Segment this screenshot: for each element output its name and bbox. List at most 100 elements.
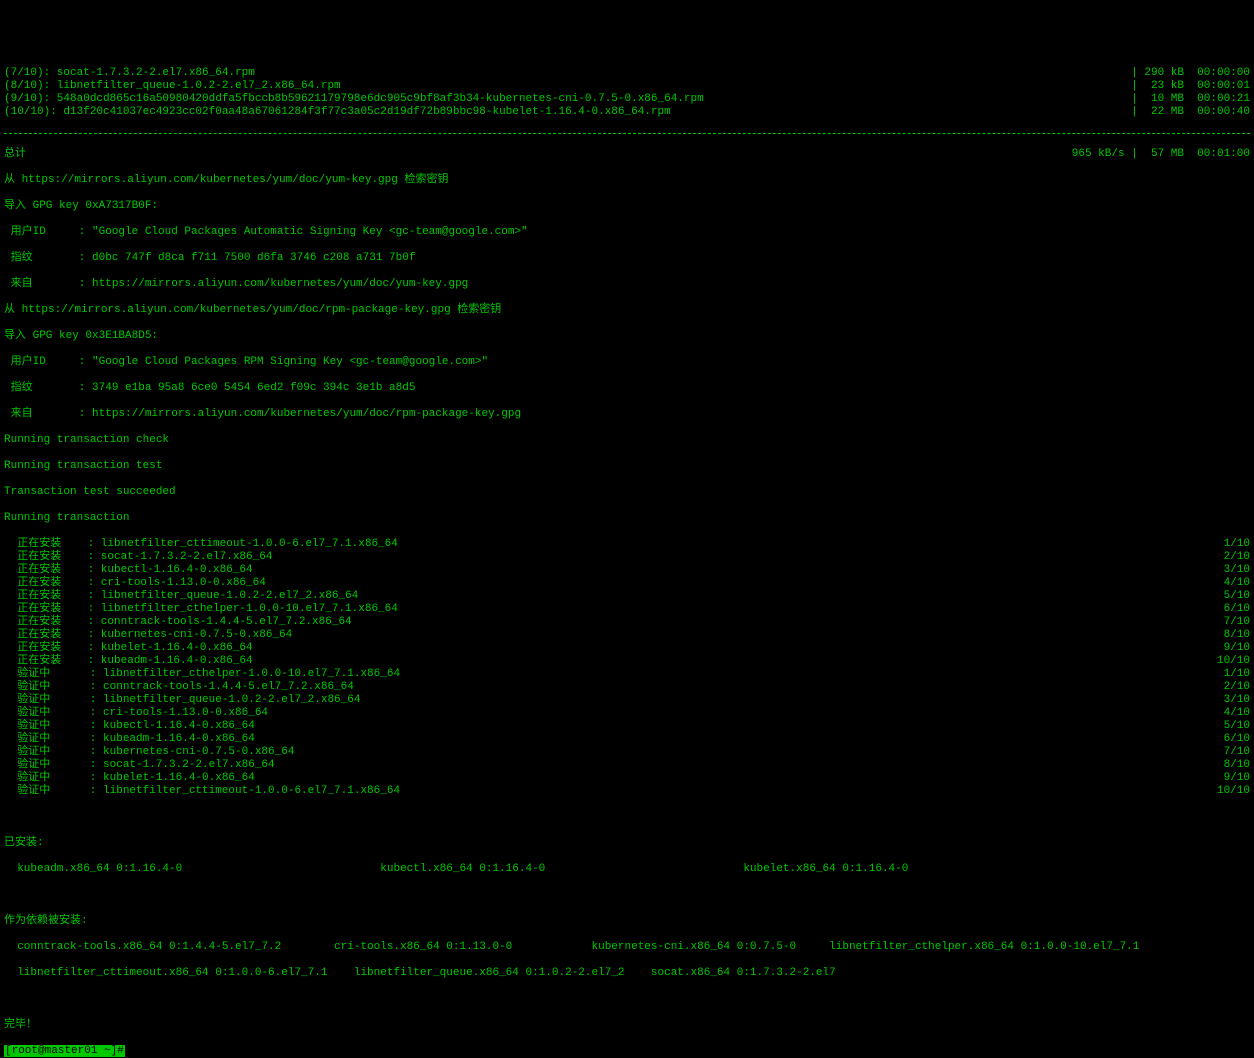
progress-count: 7/10 xyxy=(1224,616,1250,629)
progress-action: 验证中 : socat-1.7.3.2-2.el7.x86_64 xyxy=(4,759,275,772)
total-line: 总计 965 kB/s | 57 MB 00:01:00 xyxy=(4,148,1250,161)
progress-action: 验证中 : libnetfilter_cthelper-1.0.0-10.el7… xyxy=(4,668,400,681)
progress-count: 1/10 xyxy=(1224,668,1250,681)
progress-count: 5/10 xyxy=(1224,590,1250,603)
progress-action: 验证中 : kubeadm-1.16.4-0.x86_64 xyxy=(4,733,255,746)
progress-action: 正在安装 : kubelet-1.16.4-0.x86_64 xyxy=(4,642,253,655)
progress-count: 6/10 xyxy=(1224,733,1250,746)
progress-action: 正在安装 : libnetfilter_cthelper-1.0.0-10.el… xyxy=(4,603,398,616)
download-name: (8/10): libnetfilter_queue-1.0.2-2.el7_2… xyxy=(4,80,341,93)
progress-line: 正在安装 : kubeadm-1.16.4-0.x86_64 10/10 xyxy=(4,655,1250,668)
progress-count: 9/10 xyxy=(1224,772,1250,785)
gpg-line: 来自 : https://mirrors.aliyun.com/kubernet… xyxy=(4,408,1250,421)
progress-count: 6/10 xyxy=(1224,603,1250,616)
progress-line: 正在安装 : cri-tools-1.13.0-0.x86_64 4/10 xyxy=(4,577,1250,590)
download-stats: | 23 kB 00:00:01 xyxy=(1131,80,1250,93)
gpg-line: 从 https://mirrors.aliyun.com/kubernetes/… xyxy=(4,174,1250,187)
blank-line xyxy=(4,811,1250,824)
progress-count: 10/10 xyxy=(1217,655,1250,668)
blank-line xyxy=(4,889,1250,902)
gpg-line: 用户ID : "Google Cloud Packages RPM Signin… xyxy=(4,356,1250,369)
progress-count: 8/10 xyxy=(1224,629,1250,642)
progress-line: 验证中 : kubeadm-1.16.4-0.x86_64 6/10 xyxy=(4,733,1250,746)
progress-line: 验证中 : cri-tools-1.13.0-0.x86_64 4/10 xyxy=(4,707,1250,720)
progress-line: 验证中 : libnetfilter_queue-1.0.2-2.el7_2.x… xyxy=(4,694,1250,707)
download-name: (7/10): socat-1.7.3.2-2.el7.x86_64.rpm xyxy=(4,67,255,80)
installed-row: kubeadm.x86_64 0:1.16.4-0 kubectl.x86_64… xyxy=(4,863,1250,876)
progress-action: 验证中 : kubernetes-cni-0.7.5-0.x86_64 xyxy=(4,746,294,759)
progress-line: 验证中 : kubectl-1.16.4-0.x86_64 5/10 xyxy=(4,720,1250,733)
tx-line: Running transaction check xyxy=(4,434,1250,447)
download-line: (8/10): libnetfilter_queue-1.0.2-2.el7_2… xyxy=(4,80,1250,93)
progress-count: 1/10 xyxy=(1224,538,1250,551)
deps-row: libnetfilter_cttimeout.x86_64 0:1.0.0-6.… xyxy=(4,967,1250,980)
progress-count: 4/10 xyxy=(1224,577,1250,590)
download-line: (7/10): socat-1.7.3.2-2.el7.x86_64.rpm | … xyxy=(4,67,1250,80)
progress-action: 验证中 : cri-tools-1.13.0-0.x86_64 xyxy=(4,707,268,720)
progress-action: 验证中 : libnetfilter_queue-1.0.2-2.el7_2.x… xyxy=(4,694,360,707)
progress-count: 2/10 xyxy=(1224,681,1250,694)
progress-action: 正在安装 : cri-tools-1.13.0-0.x86_64 xyxy=(4,577,266,590)
done-line: 完毕！ xyxy=(4,1019,1250,1032)
progress-line: 正在安装 : libnetfilter_cthelper-1.0.0-10.el… xyxy=(4,603,1250,616)
gpg-line: 从 https://mirrors.aliyun.com/kubernetes/… xyxy=(4,304,1250,317)
progress-line: 验证中 : kubernetes-cni-0.7.5-0.x86_64 7/10 xyxy=(4,746,1250,759)
progress-line: 正在安装 : kubernetes-cni-0.7.5-0.x86_64 8/10 xyxy=(4,629,1250,642)
blank-line xyxy=(4,993,1250,1006)
prompt-text: [root@master01 ~]# xyxy=(4,1045,125,1057)
tx-line: Running transaction test xyxy=(4,460,1250,473)
progress-line: 正在安装 : kubectl-1.16.4-0.x86_64 3/10 xyxy=(4,564,1250,577)
progress-line: 验证中 : conntrack-tools-1.4.4-5.el7_7.2.x8… xyxy=(4,681,1250,694)
progress-line: 验证中 : kubelet-1.16.4-0.x86_649/10 xyxy=(4,772,1250,785)
download-stats: | 290 kB 00:00:00 xyxy=(1131,67,1250,80)
progress-count: 4/10 xyxy=(1224,707,1250,720)
progress-count: 2/10 xyxy=(1224,551,1250,564)
progress-line: 验证中 : socat-1.7.3.2-2.el7.x86_64 8/10 xyxy=(4,759,1250,772)
divider xyxy=(4,133,1250,134)
progress-count: 10/10 xyxy=(1217,785,1250,798)
download-stats: | 22 MB 00:00:40 xyxy=(1131,106,1250,119)
download-lines: (7/10): socat-1.7.3.2-2.el7.x86_64.rpm | … xyxy=(4,67,1250,119)
installed-header: 已安装: xyxy=(4,837,1250,850)
progress-action: 正在安装 : socat-1.7.3.2-2.el7.x86_64 xyxy=(4,551,272,564)
progress-action: 验证中 : kubectl-1.16.4-0.x86_64 xyxy=(4,720,255,733)
progress-action: 正在安装 : kubectl-1.16.4-0.x86_64 xyxy=(4,564,253,577)
progress-count: 3/10 xyxy=(1224,694,1250,707)
progress-line: 正在安装 : socat-1.7.3.2-2.el7.x86_64 2/10 xyxy=(4,551,1250,564)
progress-count: 9/10 xyxy=(1224,642,1250,655)
progress-line: 正在安装 : kubelet-1.16.4-0.x86_64 9/10 xyxy=(4,642,1250,655)
gpg-line: 导入 GPG key 0x3E1BA8D5: xyxy=(4,330,1250,343)
download-line: (9/10): 548a0dcd865c16a50980420ddfa5fbcc… xyxy=(4,93,1250,106)
progress-action: 正在安装 : conntrack-tools-1.4.4-5.el7_7.2.x… xyxy=(4,616,352,629)
progress-action: 正在安装 : libnetfilter_cttimeout-1.0.0-6.el… xyxy=(4,538,398,551)
progress-count: 8/10 xyxy=(1224,759,1250,772)
prompt-line[interactable]: [root@master01 ~]# xyxy=(4,1045,1250,1058)
gpg-line: 来自 : https://mirrors.aliyun.com/kubernet… xyxy=(4,278,1250,291)
total-label: 总计 xyxy=(4,148,26,161)
download-stats: | 10 MB 00:00:21 xyxy=(1131,93,1250,106)
terminal-output: (7/10): socat-1.7.3.2-2.el7.x86_64.rpm | … xyxy=(4,54,1250,1058)
download-name: (10/10): d13f20c41037ec4923cc02f0aa48a67… xyxy=(4,106,671,119)
progress-action: 正在安装 : libnetfilter_queue-1.0.2-2.el7_2.… xyxy=(4,590,358,603)
progress-line: 正在安装 : libnetfilter_cttimeout-1.0.0-6.el… xyxy=(4,538,1250,551)
progress-action: 验证中 : conntrack-tools-1.4.4-5.el7_7.2.x8… xyxy=(4,681,354,694)
progress-action: 正在安装 : kubernetes-cni-0.7.5-0.x86_64 xyxy=(4,629,292,642)
gpg-line: 指纹 : d0bc 747f d8ca f711 7500 d6fa 3746 … xyxy=(4,252,1250,265)
gpg-line: 导入 GPG key 0xA7317B0F: xyxy=(4,200,1250,213)
progress-action: 验证中 : libnetfilter_cttimeout-1.0.0-6.el7… xyxy=(4,785,400,798)
download-line: (10/10): d13f20c41037ec4923cc02f0aa48a67… xyxy=(4,106,1250,119)
deps-row: conntrack-tools.x86_64 0:1.4.4-5.el7_7.2… xyxy=(4,941,1250,954)
gpg-line: 用户ID : "Google Cloud Packages Automatic … xyxy=(4,226,1250,239)
tx-line: Transaction test succeeded xyxy=(4,486,1250,499)
progress-action: 正在安装 : kubeadm-1.16.4-0.x86_64 xyxy=(4,655,253,668)
deps-header: 作为依赖被安装: xyxy=(4,915,1250,928)
progress-line: 正在安装 : conntrack-tools-1.4.4-5.el7_7.2.x… xyxy=(4,616,1250,629)
progress-line: 正在安装 : libnetfilter_queue-1.0.2-2.el7_2.… xyxy=(4,590,1250,603)
progress-lines: 正在安装 : libnetfilter_cttimeout-1.0.0-6.el… xyxy=(4,538,1250,798)
progress-count: 5/10 xyxy=(1224,720,1250,733)
gpg-line: 指纹 : 3749 e1ba 95a8 6ce0 5454 6ed2 f09c … xyxy=(4,382,1250,395)
total-rate: 965 kB/s | 57 MB 00:01:00 xyxy=(1072,148,1250,161)
progress-line: 验证中 : libnetfilter_cttimeout-1.0.0-6.el7… xyxy=(4,785,1250,798)
progress-count: 7/10 xyxy=(1224,746,1250,759)
progress-count: 3/10 xyxy=(1224,564,1250,577)
